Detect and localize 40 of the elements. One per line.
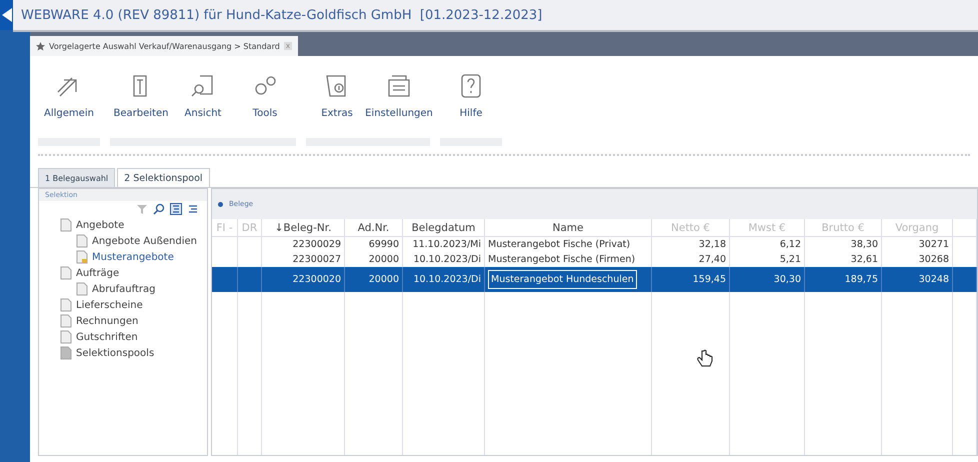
tree-item[interactable]: Angebote xyxy=(39,217,207,233)
table-cell: 30248 xyxy=(882,267,953,292)
table-cell: 10.10.2023/Di xyxy=(403,267,485,292)
window-title: WEBWARE 4.0 (REV 89811) für Hund-Katze-Goldfisch GmbH [01.2023-12.2023] xyxy=(13,0,978,32)
back-arrow-icon xyxy=(2,8,12,22)
table-cell: 159,45 xyxy=(652,267,730,292)
file-icon xyxy=(59,314,73,328)
tree-item[interactable]: Selektionspools xyxy=(39,345,207,361)
tree-item[interactable]: Lieferscheine xyxy=(39,297,207,313)
tree-item[interactable]: Abrufauftrag xyxy=(39,281,207,297)
tree-item[interactable]: Musterangebote xyxy=(39,249,207,265)
tab[interactable]: 1 Belegauswahl xyxy=(38,168,116,187)
collapse-all-icon[interactable] xyxy=(187,203,199,215)
hand-cursor-icon xyxy=(696,349,714,369)
expand-all-icon[interactable] xyxy=(170,203,182,215)
file-icon xyxy=(59,218,73,232)
tree-item[interactable]: Angebote Außendien xyxy=(39,233,207,249)
table-cell xyxy=(238,267,262,292)
tree-item[interactable]: Rechnungen xyxy=(39,313,207,329)
table-cell: 189,75 xyxy=(805,267,882,292)
tab[interactable]: 2 Selektionspool xyxy=(117,168,210,187)
bullet-icon xyxy=(218,202,223,206)
file-icon xyxy=(75,282,89,296)
table-cell: 20000 xyxy=(345,267,403,292)
folder-icon xyxy=(59,346,73,360)
table-cell: 30,30 xyxy=(730,267,805,292)
star-icon xyxy=(36,42,45,50)
back-button[interactable] xyxy=(0,0,13,30)
tree-item[interactable]: Gutschriften xyxy=(39,329,207,345)
file-icon xyxy=(75,234,89,248)
file-icon xyxy=(75,250,89,264)
document-tab-title: Vorgelagerte Auswahl Verkauf/Warenausgang > Standard xyxy=(49,42,280,50)
search-icon[interactable] xyxy=(153,203,165,215)
file-icon xyxy=(59,266,73,280)
table-cell: Musterangebot Hundeschulen xyxy=(485,267,652,292)
file-icon xyxy=(59,330,73,344)
table-cell xyxy=(953,267,977,292)
file-icon xyxy=(59,298,73,312)
table-cell: 22300020 xyxy=(262,267,345,292)
tree-item[interactable]: Aufträge xyxy=(39,265,207,281)
